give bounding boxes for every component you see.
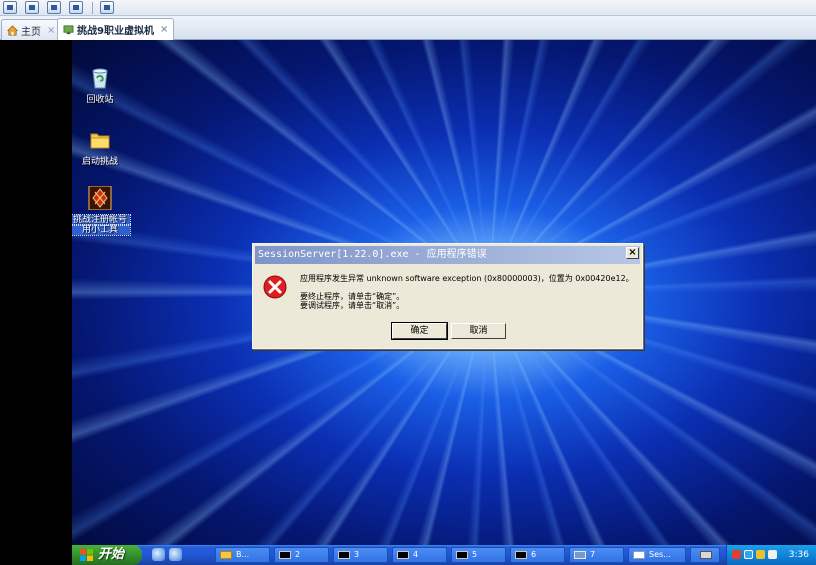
game-emblem-icon: [88, 185, 112, 211]
desktop-icon-label-line2: 用小工具: [72, 224, 131, 236]
dialog-close-button[interactable]: ×: [626, 247, 639, 259]
desktop-icon-label-line1: 挑战注册帐号: [72, 214, 131, 226]
taskbar-button-app-7[interactable]: 7: [569, 547, 624, 563]
start-label: 开始: [98, 547, 125, 562]
vm-icon: [63, 25, 74, 35]
desktop-icon-register-tool[interactable]: 挑战注册帐号 用小工具: [72, 185, 131, 236]
host-tab-bar: 主页 × 挑战9职业虚拟机 ×: [0, 16, 816, 40]
tab-vm-close-icon[interactable]: ×: [160, 24, 168, 35]
dialog-message-line1: 应用程序发生异常 unknown software exception (0x8…: [300, 274, 634, 283]
host-toolbar: [0, 0, 816, 16]
window-icon: [633, 551, 645, 559]
dialog-title[interactable]: SessionServer[1.22.0].exe - 应用程序错误: [255, 246, 640, 264]
desktop-icon-label: 启动挑战: [81, 157, 118, 167]
taskbar-clock[interactable]: 3:36: [789, 545, 809, 565]
error-icon: [263, 275, 287, 299]
desktop-icon-recycle-bin[interactable]: 回收站: [72, 66, 130, 105]
cancel-button[interactable]: 取消: [451, 323, 506, 339]
tab-vm-label: 挑战9职业虚拟机: [77, 26, 154, 37]
tray-network-icon[interactable]: [732, 550, 741, 559]
taskbar-button-label: 4: [413, 550, 419, 559]
folder-icon: [90, 133, 110, 149]
console-icon: [338, 551, 350, 559]
ok-button[interactable]: 确定: [391, 322, 448, 340]
app-icon: [574, 551, 586, 559]
taskbar-button-label: B...: [236, 550, 250, 559]
taskbar-button-console-4[interactable]: 4: [392, 547, 447, 563]
home-icon: [7, 24, 18, 35]
tab-home-label: 主页: [21, 26, 41, 38]
console-icon: [456, 551, 468, 559]
toolbar-separator: [92, 2, 93, 14]
taskbar-button-label: 5: [472, 550, 478, 559]
taskbar-button-console-2[interactable]: 2: [274, 547, 329, 563]
taskbar-button-label: 6: [531, 550, 537, 559]
windows-logo-icon: [80, 549, 93, 561]
quicklaunch-ie-icon[interactable]: [152, 548, 165, 561]
taskbar-button-keyboard[interactable]: [690, 547, 720, 563]
taskbar-button-console-6[interactable]: 6: [510, 547, 565, 563]
taskbar-button-label: 7: [590, 550, 596, 559]
desktop-icon-label: 回收站: [86, 95, 114, 105]
taskbar-button-label: 2: [295, 550, 301, 559]
start-button[interactable]: 开始: [72, 545, 142, 565]
tray-device-icon[interactable]: [768, 550, 777, 559]
toolbar-display-icon[interactable]: [25, 1, 39, 14]
toolbar-snapshot-icon[interactable]: [100, 1, 114, 14]
tab-home[interactable]: 主页 ×: [1, 19, 62, 40]
desktop-icon-launch[interactable]: 启动挑战: [72, 128, 130, 167]
vm-border: [0, 40, 72, 565]
taskbar-button-console-5[interactable]: 5: [451, 547, 506, 563]
taskbar-button-label: Ses...: [649, 550, 671, 559]
quicklaunch-desktop-icon[interactable]: [169, 548, 182, 561]
toolbar-window-icon[interactable]: [69, 1, 83, 14]
dialog-message-line3: 要调试程序，请单击“取消”。: [300, 301, 405, 310]
taskbar-button-label: 3: [354, 550, 360, 559]
taskbar: 开始 B... 2 3 4 5 6 7 Ses... 3:36: [72, 545, 816, 565]
application-error-dialog: SessionServer[1.22.0].exe - 应用程序错误 × 应用程…: [252, 243, 643, 349]
console-icon: [397, 551, 409, 559]
tab-vm[interactable]: 挑战9职业虚拟机 ×: [57, 18, 175, 40]
toolbar-fullscreen-icon[interactable]: [47, 1, 61, 14]
keyboard-icon: [700, 551, 712, 559]
taskbar-button-console-3[interactable]: 3: [333, 547, 388, 563]
taskbar-button-folder[interactable]: B...: [215, 547, 270, 563]
system-tray: 3:36: [726, 545, 816, 565]
folder-icon: [220, 551, 232, 559]
tray-security-icon[interactable]: [756, 550, 765, 559]
tab-home-close-icon[interactable]: ×: [47, 25, 55, 36]
taskbar-button-sessionserver[interactable]: Ses...: [628, 547, 686, 563]
tray-audio-icon[interactable]: [744, 550, 753, 559]
console-icon: [279, 551, 291, 559]
recycle-bin-icon: [92, 68, 108, 89]
toolbar-view-icon[interactable]: [3, 1, 17, 14]
console-icon: [515, 551, 527, 559]
